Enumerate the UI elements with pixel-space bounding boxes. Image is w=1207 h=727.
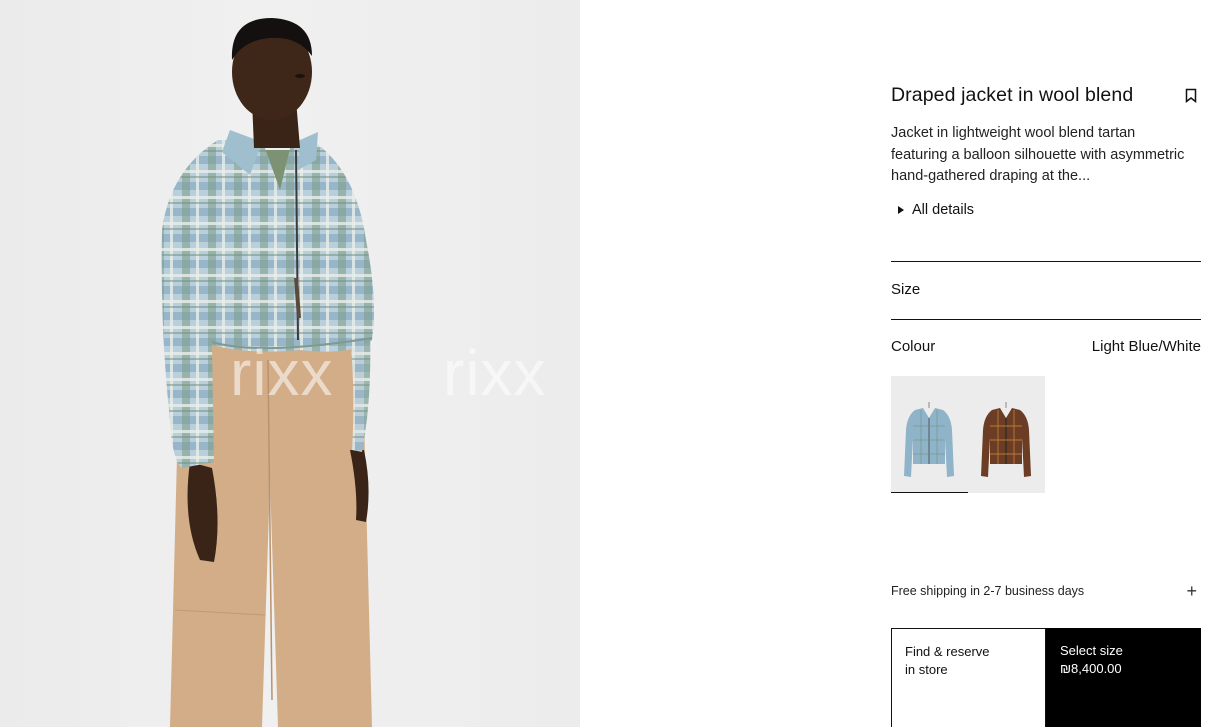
product-title-row: Draped jacket in wool blend [891, 84, 1201, 107]
watermark-text: rixx [443, 337, 547, 409]
bookmark-icon[interactable] [1181, 86, 1201, 106]
colour-label: Colour [891, 338, 936, 355]
select-size-label: Select size [1060, 643, 1123, 658]
colour-swatch-brown[interactable] [968, 376, 1045, 493]
divider [891, 319, 1201, 320]
find-reserve-in-store-button[interactable]: Find & reserve in store [891, 628, 1046, 727]
action-buttons: Find & reserve in store Select size ₪8,4… [891, 628, 1201, 727]
triangle-right-icon [898, 206, 904, 214]
colour-swatches [891, 376, 1045, 493]
product-details-panel: Draped jacket in wool blend Jacket in li… [891, 0, 1201, 727]
product-title: Draped jacket in wool blend [891, 84, 1134, 106]
size-selector[interactable]: Size [891, 281, 920, 298]
select-size-button[interactable]: Select size ₪8,400.00 [1046, 628, 1201, 727]
product-hero-image: rixx rixx [0, 0, 580, 727]
divider [891, 261, 1201, 262]
shipping-label: Free shipping in 2-7 business days [891, 584, 1085, 598]
all-details-toggle[interactable]: All details [898, 202, 974, 218]
shipping-info-row[interactable]: Free shipping in 2-7 business days + [891, 582, 1201, 600]
store-button-line1: Find & reserve [905, 644, 990, 659]
colour-swatch-light-blue[interactable] [891, 376, 968, 493]
watermark-text: rixx [230, 337, 334, 409]
store-button-line2: in store [905, 662, 948, 677]
selected-colour-value: Light Blue/White [1091, 338, 1201, 355]
product-description: Jacket in lightweight wool blend tartan … [891, 125, 1185, 184]
all-details-label: All details [912, 202, 975, 218]
colour-row: Colour Light Blue/White [891, 338, 1201, 355]
price: ₪8,400.00 [1060, 661, 1122, 676]
plus-icon[interactable]: + [1186, 582, 1197, 600]
